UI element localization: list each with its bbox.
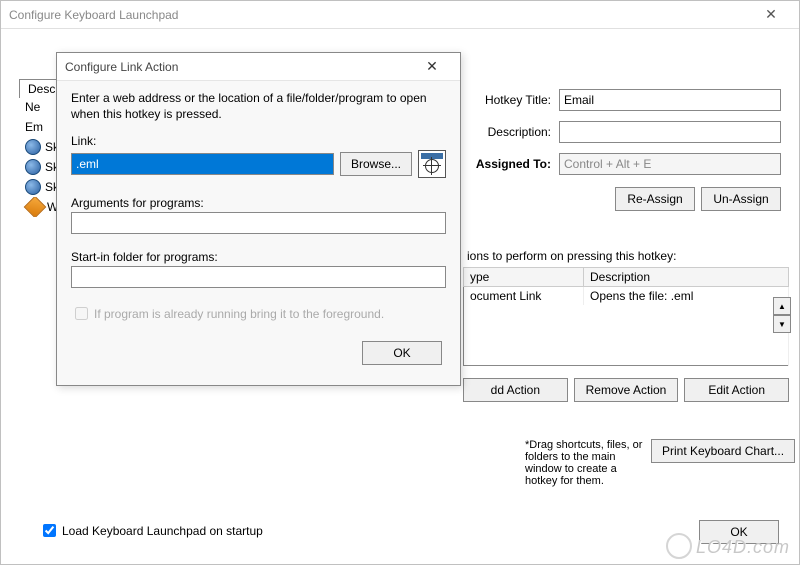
edit-action-button[interactable]: Edit Action bbox=[684, 378, 789, 402]
cell-desc: Opens the file: .eml bbox=[584, 287, 789, 306]
move-up-button[interactable]: ▲ bbox=[773, 297, 791, 315]
unassign-button[interactable]: Un-Assign bbox=[701, 187, 781, 211]
list-item[interactable]: Sk bbox=[23, 157, 59, 177]
list-label: Em bbox=[25, 120, 43, 134]
window-finder-button[interactable] bbox=[418, 150, 446, 178]
description-input[interactable] bbox=[559, 121, 781, 143]
globe-icon bbox=[25, 179, 41, 195]
globe-icon bbox=[25, 159, 41, 175]
foreground-check-row: If program is already running bring it t… bbox=[71, 304, 446, 323]
main-ok-button[interactable]: OK bbox=[699, 520, 779, 544]
close-icon[interactable]: ✕ bbox=[751, 3, 791, 27]
reorder-buttons: ▲ ▼ bbox=[773, 297, 791, 333]
modal-title: Configure Link Action bbox=[65, 60, 412, 74]
link-input[interactable] bbox=[71, 153, 334, 175]
modal-instructions: Enter a web address or the location of a… bbox=[71, 91, 446, 122]
assigned-to-input bbox=[559, 153, 781, 175]
description-label: Description: bbox=[471, 125, 559, 139]
col-description[interactable]: Description bbox=[584, 268, 789, 287]
assigned-to-label: Assigned To: bbox=[471, 157, 559, 171]
startup-label: Load Keyboard Launchpad on startup bbox=[62, 524, 263, 538]
list-item[interactable]: Wi bbox=[23, 197, 59, 217]
table-row[interactable]: ocument Link Opens the file: .eml bbox=[464, 287, 789, 306]
actions-label: ions to perform on pressing this hotkey: bbox=[463, 249, 789, 263]
print-chart-button[interactable]: Print Keyboard Chart... bbox=[651, 439, 795, 463]
col-type[interactable]: ype bbox=[464, 268, 584, 287]
arguments-input[interactable] bbox=[71, 212, 446, 234]
hotkey-title-input[interactable] bbox=[559, 89, 781, 111]
crosshair-icon bbox=[425, 159, 439, 173]
remove-action-button[interactable]: Remove Action bbox=[574, 378, 679, 402]
add-action-button[interactable]: dd Action bbox=[463, 378, 568, 402]
modal-ok-button[interactable]: OK bbox=[362, 341, 442, 365]
close-icon[interactable]: ✕ bbox=[412, 55, 452, 79]
modal-titlebar: Configure Link Action ✕ bbox=[57, 53, 460, 81]
actions-table[interactable]: ype Description ocument Link Opens the f… bbox=[463, 267, 789, 366]
startin-label: Start-in folder for programs: bbox=[71, 250, 446, 264]
list-item[interactable]: Em bbox=[23, 117, 59, 137]
startup-checkbox[interactable] bbox=[43, 524, 56, 537]
arguments-label: Arguments for programs: bbox=[71, 196, 446, 210]
foreground-checkbox bbox=[75, 307, 88, 320]
browse-button[interactable]: Browse... bbox=[340, 152, 412, 176]
list-item[interactable]: Sk bbox=[23, 137, 59, 157]
startup-checkbox-row: Load Keyboard Launchpad on startup bbox=[39, 521, 263, 540]
actions-section: ions to perform on pressing this hotkey:… bbox=[463, 249, 789, 402]
link-label: Link: bbox=[71, 134, 446, 148]
main-titlebar: Configure Keyboard Launchpad ✕ bbox=[1, 1, 799, 29]
list-item[interactable]: Sk bbox=[23, 177, 59, 197]
reassign-button[interactable]: Re-Assign bbox=[615, 187, 695, 211]
list-label: Ne bbox=[25, 100, 40, 114]
winamp-icon bbox=[24, 197, 47, 217]
hotkey-title-label: Hotkey Title: bbox=[471, 93, 559, 107]
details-panel: Hotkey Title: Description: Assigned To: … bbox=[471, 89, 781, 211]
cell-type: ocument Link bbox=[464, 287, 584, 306]
startin-input[interactable] bbox=[71, 266, 446, 288]
link-action-dialog: Configure Link Action ✕ Enter a web addr… bbox=[56, 52, 461, 386]
main-title: Configure Keyboard Launchpad bbox=[9, 8, 751, 22]
hint-text: *Drag shortcuts, files, or folders to th… bbox=[525, 439, 651, 487]
foreground-label: If program is already running bring it t… bbox=[94, 307, 384, 321]
globe-icon bbox=[25, 139, 41, 155]
hotkey-list[interactable]: Ne Em Sk Sk Sk Wi bbox=[23, 97, 59, 207]
list-item[interactable]: Ne bbox=[23, 97, 59, 117]
move-down-button[interactable]: ▼ bbox=[773, 315, 791, 333]
